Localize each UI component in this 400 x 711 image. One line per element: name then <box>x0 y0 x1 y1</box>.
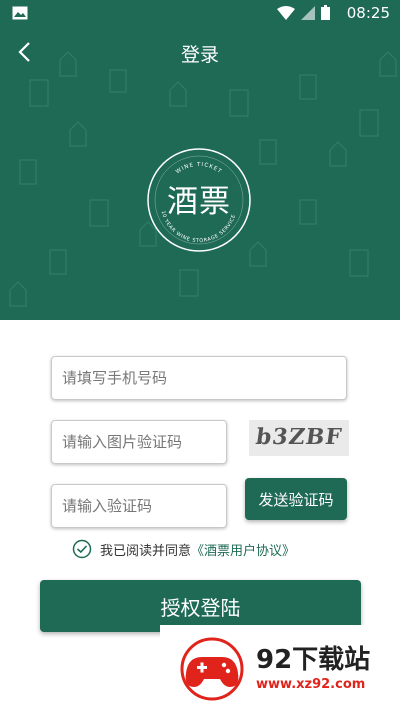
phone-input[interactable] <box>52 357 346 399</box>
nav-bar: 登录 <box>0 32 400 72</box>
logo-text: 酒票 <box>167 184 231 220</box>
watermark: 92下载站 www.xz92.com <box>160 625 400 711</box>
send-code-button[interactable]: 发送验证码 <box>245 478 347 520</box>
image-captcha-field[interactable] <box>51 420 227 464</box>
captcha-text: b3ZBF <box>254 424 344 450</box>
battery-icon <box>321 5 330 20</box>
user-agreement-link[interactable]: 《酒票用户协议》 <box>191 540 295 559</box>
gamepad-logo-icon <box>180 637 244 701</box>
signal-icon <box>301 5 315 20</box>
page-title: 登录 <box>180 44 219 66</box>
agreement-text: 我已阅读并同意 <box>100 543 192 559</box>
status-bar: 08:25 <box>0 0 400 28</box>
brand-logo: WINE TICKET 10 YEAR WINE STORAGE SERVICE… <box>145 146 253 254</box>
header-banner: 08:25 登录 WINE TICKET 10 YEAR WINE STORAG… <box>0 0 400 320</box>
watermark-url: www.xz92.com <box>256 677 366 692</box>
captcha-image[interactable]: b3ZBF <box>249 420 349 456</box>
sms-code-field[interactable] <box>51 484 227 528</box>
gallery-icon <box>12 6 28 20</box>
status-time: 08:25 <box>346 4 390 22</box>
watermark-brand: 92下载站 <box>256 645 371 675</box>
wifi-icon <box>277 5 295 20</box>
agreement-row: 我已阅读并同意 《酒票用户协议》 <box>72 538 295 560</box>
sms-code-input[interactable] <box>52 485 226 527</box>
check-circle-icon[interactable] <box>72 539 92 559</box>
image-captcha-input[interactable] <box>52 421 226 463</box>
phone-field[interactable] <box>51 356 347 400</box>
logo-top-arc-text: WINE TICKET <box>175 162 223 175</box>
